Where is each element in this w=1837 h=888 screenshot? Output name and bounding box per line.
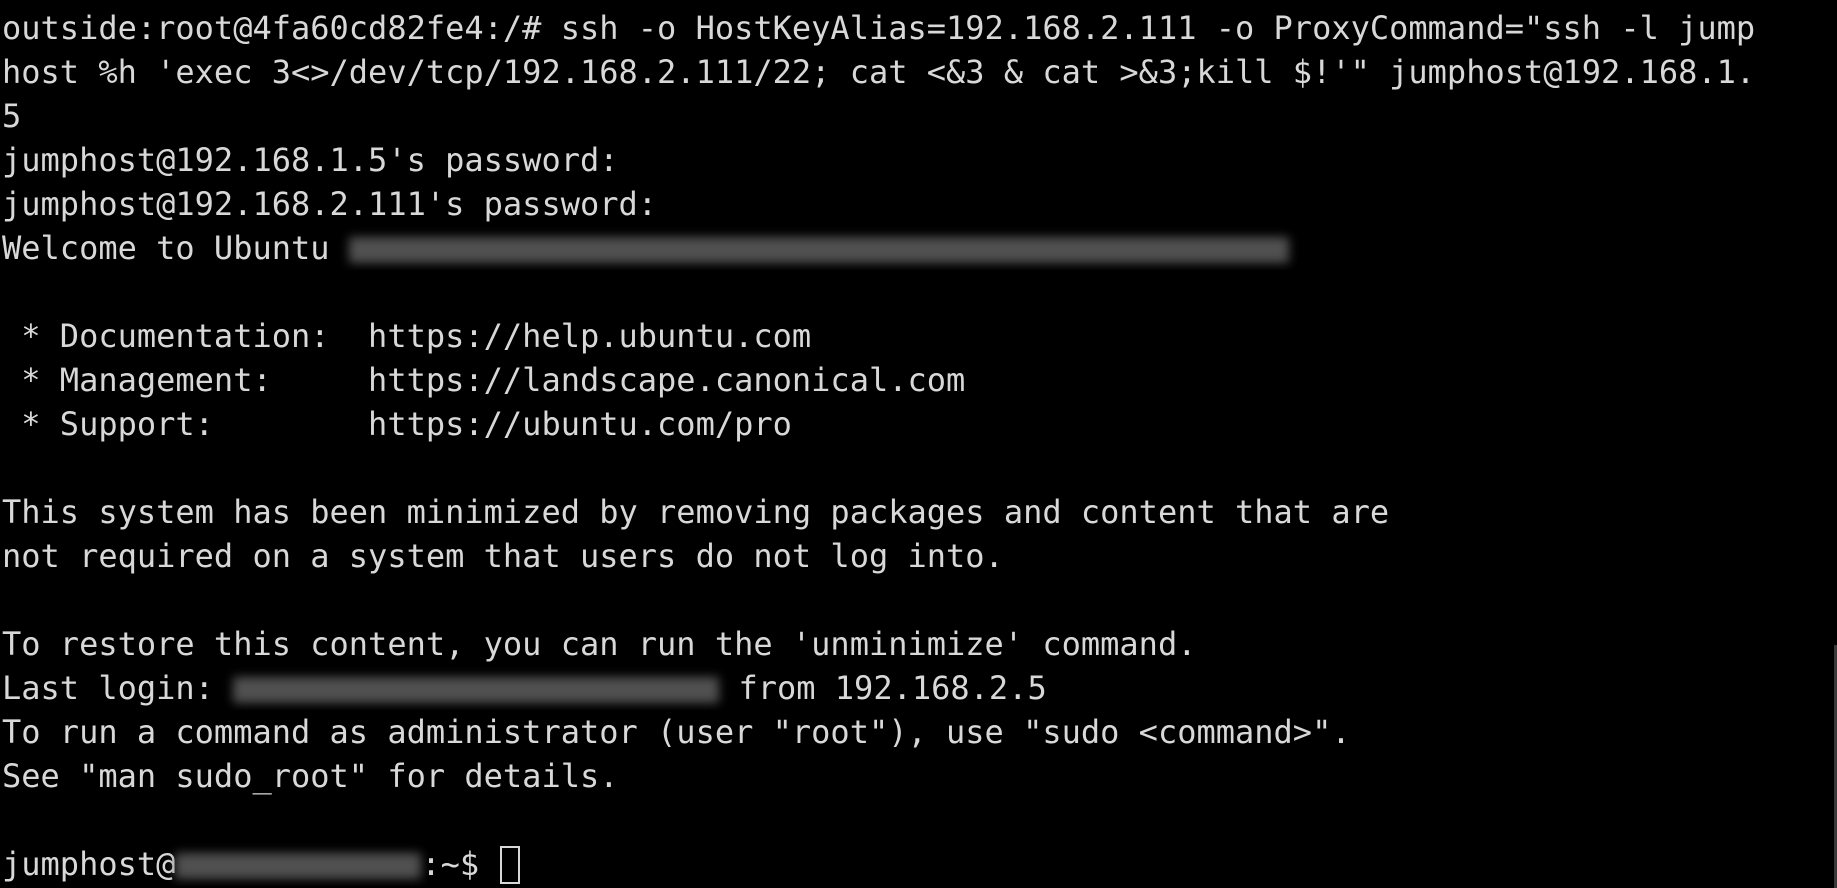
welcome-prefix: Welcome to Ubuntu — [2, 229, 349, 267]
prompt-user: jumphost@ — [2, 845, 176, 883]
terminal-line: To run a command as administrator (user … — [2, 713, 1351, 751]
last-login-suffix: from 192.168.2.5 — [719, 669, 1047, 707]
cursor-block[interactable] — [500, 846, 521, 884]
terminal-line: 5 — [2, 97, 22, 135]
terminal-line: * Documentation: https://help.ubuntu.com — [2, 317, 812, 355]
terminal-line: jumphost@192.168.2.111's password: — [2, 185, 658, 223]
redacted-hostname — [175, 853, 422, 879]
welcome-line: Welcome to Ubuntu — [2, 226, 1837, 270]
terminal-line: jumphost@192.168.1.5's password: — [2, 141, 619, 179]
terminal-line: To restore this content, you can run the… — [2, 625, 1197, 663]
terminal-line: * Management: https://landscape.canonica… — [2, 361, 966, 399]
prompt-suffix: :~$ — [421, 845, 499, 883]
redacted-login-date — [233, 677, 720, 703]
last-login-prefix: Last login: — [2, 669, 234, 707]
terminal-line: host %h 'exec 3<>/dev/tcp/192.168.2.111/… — [2, 53, 1756, 91]
redacted-os-version — [348, 237, 1289, 263]
prompt-line[interactable]: jumphost@ :~$ — [2, 842, 1837, 886]
last-login-line: Last login: from 192.168.2.5 — [2, 666, 1837, 710]
terminal-line: See "man sudo_root" for details. — [2, 757, 619, 795]
terminal-line: * Support: https://ubuntu.com/pro — [2, 405, 792, 443]
terminal-line: outside:root@4fa60cd82fe4:/# ssh -o Host… — [2, 9, 1756, 47]
terminal-line: not required on a system that users do n… — [2, 537, 1004, 575]
terminal-window[interactable]: outside:root@4fa60cd82fe4:/# ssh -o Host… — [0, 0, 1837, 888]
terminal-line: This system has been minimized by removi… — [2, 493, 1390, 531]
